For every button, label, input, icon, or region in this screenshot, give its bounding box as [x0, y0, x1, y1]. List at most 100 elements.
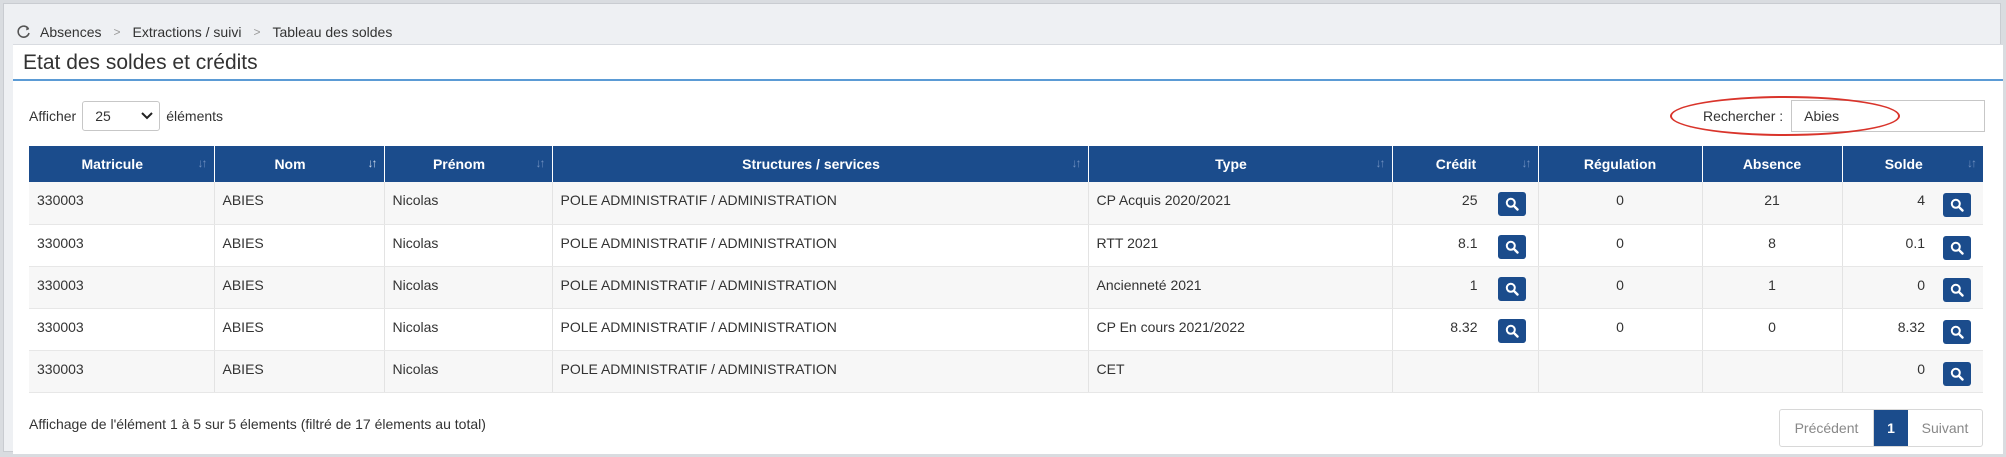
cell-prenom: Nicolas: [384, 224, 553, 267]
cell-type: Ancienneté 2021: [1088, 266, 1393, 309]
solde-value: 8.32: [1897, 318, 1925, 335]
breadcrumb: Absences > Extractions / suivi > Tableau…: [16, 22, 392, 42]
cell-prenom: Nicolas: [384, 182, 553, 225]
cell-solde: 0.1: [1842, 224, 1983, 267]
cell-solde: 4: [1842, 182, 1983, 225]
cell-matricule: 330003: [29, 308, 215, 351]
search-input-value: Abies: [1804, 108, 1840, 124]
cell-solde: 0: [1842, 350, 1983, 393]
cell-solde: 0: [1842, 266, 1983, 309]
credit-detail-search-icon[interactable]: [1497, 234, 1526, 259]
pagination-page-button[interactable]: 1: [1874, 410, 1908, 446]
cell-credit: 1: [1392, 266, 1539, 309]
solde-detail-search-icon[interactable]: [1943, 319, 1971, 344]
app-frame: Absences > Extractions / suivi > Tableau…: [3, 3, 2003, 454]
cell-structure: POLE ADMINISTRATIF / ADMINISTRATION: [552, 266, 1089, 309]
balances-table: Matricule ↓↑ Nom ↓↑ Prénom ↓↑ Structures / …: [29, 146, 1983, 393]
column-header-type[interactable]: Type ↓↑: [1088, 146, 1393, 182]
credit-detail-search-icon[interactable]: [1497, 192, 1526, 216]
page-length-select[interactable]: 25: [82, 101, 161, 131]
page-length-value: 25: [95, 108, 111, 124]
search-control: Rechercher : Abies: [1703, 99, 1986, 133]
cell-type: CP Acquis 2020/2021: [1088, 182, 1393, 225]
breadcrumb-item-current: Tableau des soldes: [272, 24, 393, 40]
column-header-matricule[interactable]: Matricule ↓↑: [29, 146, 215, 182]
cell-structure: POLE ADMINISTRATIF / ADMINISTRATION: [552, 224, 1089, 267]
breadcrumb-separator: >: [113, 25, 121, 39]
cell-credit: 25: [1392, 182, 1539, 225]
cell-type: RTT 2021: [1088, 224, 1393, 267]
breadcrumb-item-absences[interactable]: Absences: [40, 24, 101, 40]
table-row: 330003 ABIES Nicolas POLE ADMINISTRATIF / A…: [29, 350, 1983, 393]
sort-icon: ↓↑: [197, 156, 208, 170]
pagination: Précédent 1 Suivant: [1779, 409, 1983, 447]
solde-value: 4: [1917, 192, 1925, 208]
cell-matricule: 330003: [29, 224, 215, 267]
cell-credit: [1392, 350, 1539, 393]
credit-detail-search-icon[interactable]: [1497, 276, 1526, 301]
cell-matricule: 330003: [29, 182, 215, 225]
column-header-absence: Absence: [1702, 146, 1843, 182]
column-header-nom[interactable]: Nom ↓↑: [214, 146, 385, 182]
table-info-text: Affichage de l'élément 1 à 5 sur 5 éleme…: [29, 416, 486, 432]
cell-credit: 8.32: [1392, 308, 1539, 351]
breadcrumb-item-extractions[interactable]: Extractions / suivi: [133, 24, 242, 40]
cell-structure: POLE ADMINISTRATIF / ADMINISTRATION: [552, 308, 1089, 351]
cell-regulation: 0: [1538, 182, 1703, 225]
cell-credit: 8.1: [1392, 224, 1539, 267]
credit-detail-search-icon[interactable]: [1497, 318, 1526, 343]
cell-type: CET: [1088, 350, 1393, 393]
main-panel: Etat des soldes et crédits Afficher 25 é…: [13, 44, 2003, 454]
search-input[interactable]: Abies: [1791, 100, 1986, 132]
cell-absence: 1: [1702, 266, 1843, 309]
cell-matricule: 330003: [29, 350, 215, 393]
credit-value: 8.32: [1450, 318, 1478, 335]
cell-structure: POLE ADMINISTRATIF / ADMINISTRATION: [552, 182, 1089, 225]
cell-structure: POLE ADMINISTRATIF / ADMINISTRATION: [552, 350, 1089, 393]
table-header-row: Matricule ↓↑ Nom ↓↑ Prénom ↓↑ Structures / …: [29, 146, 1983, 182]
cell-nom: ABIES: [214, 308, 385, 351]
cell-prenom: Nicolas: [384, 266, 553, 309]
column-header-credit[interactable]: Crédit ↓↑: [1392, 146, 1539, 182]
length-suffix-label: éléments: [166, 108, 224, 124]
title-divider: [13, 79, 2003, 81]
cell-prenom: Nicolas: [384, 350, 553, 393]
credit-value: 25: [1461, 192, 1478, 208]
table-row: 330003 ABIES Nicolas POLE ADMINISTRATIF / A…: [29, 182, 1983, 225]
cell-regulation: 0: [1538, 224, 1703, 267]
refresh-icon[interactable]: [16, 24, 32, 40]
sort-icon: ↓↑: [1375, 156, 1386, 170]
credit-value: 1: [1469, 276, 1478, 293]
solde-detail-search-icon[interactable]: [1943, 193, 1971, 217]
credit-value: 8.1: [1458, 234, 1478, 251]
cell-type: CP En cours 2021/2022: [1088, 308, 1393, 351]
column-header-solde[interactable]: Solde ↓↑: [1842, 146, 1983, 182]
cell-solde: 8.32: [1842, 308, 1983, 351]
sort-icon: ↓↑: [535, 156, 546, 170]
column-header-structures[interactable]: Structures / services ↓↑: [552, 146, 1089, 182]
solde-value: 0: [1917, 276, 1925, 293]
cell-absence: 21: [1702, 182, 1843, 225]
sort-icon: ↓↑: [1521, 156, 1532, 170]
solde-detail-search-icon[interactable]: [1943, 277, 1971, 302]
pagination-previous-button[interactable]: Précédent: [1780, 410, 1874, 446]
cell-absence: [1702, 350, 1843, 393]
solde-value: 0: [1917, 360, 1925, 377]
chevron-down-icon: [141, 112, 153, 120]
solde-detail-search-icon[interactable]: [1943, 235, 1971, 260]
page-title: Etat des soldes et crédits: [23, 51, 258, 74]
sort-icon: ↓↑: [1071, 156, 1082, 170]
cell-nom: ABIES: [214, 266, 385, 309]
cell-nom: ABIES: [214, 350, 385, 393]
column-header-prenom[interactable]: Prénom ↓↑: [384, 146, 553, 182]
solde-detail-search-icon[interactable]: [1943, 361, 1971, 386]
pagination-next-button[interactable]: Suivant: [1908, 410, 1982, 446]
solde-value: 0.1: [1905, 234, 1925, 251]
table-row: 330003 ABIES Nicolas POLE ADMINISTRATIF / A…: [29, 308, 1983, 351]
table-row: 330003 ABIES Nicolas POLE ADMINISTRATIF / A…: [29, 224, 1983, 267]
sort-icon: ↓↑: [367, 156, 378, 170]
length-control: Afficher 25 éléments: [29, 101, 223, 131]
table-row: 330003 ABIES Nicolas POLE ADMINISTRATIF / A…: [29, 266, 1983, 309]
cell-absence: 0: [1702, 308, 1843, 351]
cell-matricule: 330003: [29, 266, 215, 309]
